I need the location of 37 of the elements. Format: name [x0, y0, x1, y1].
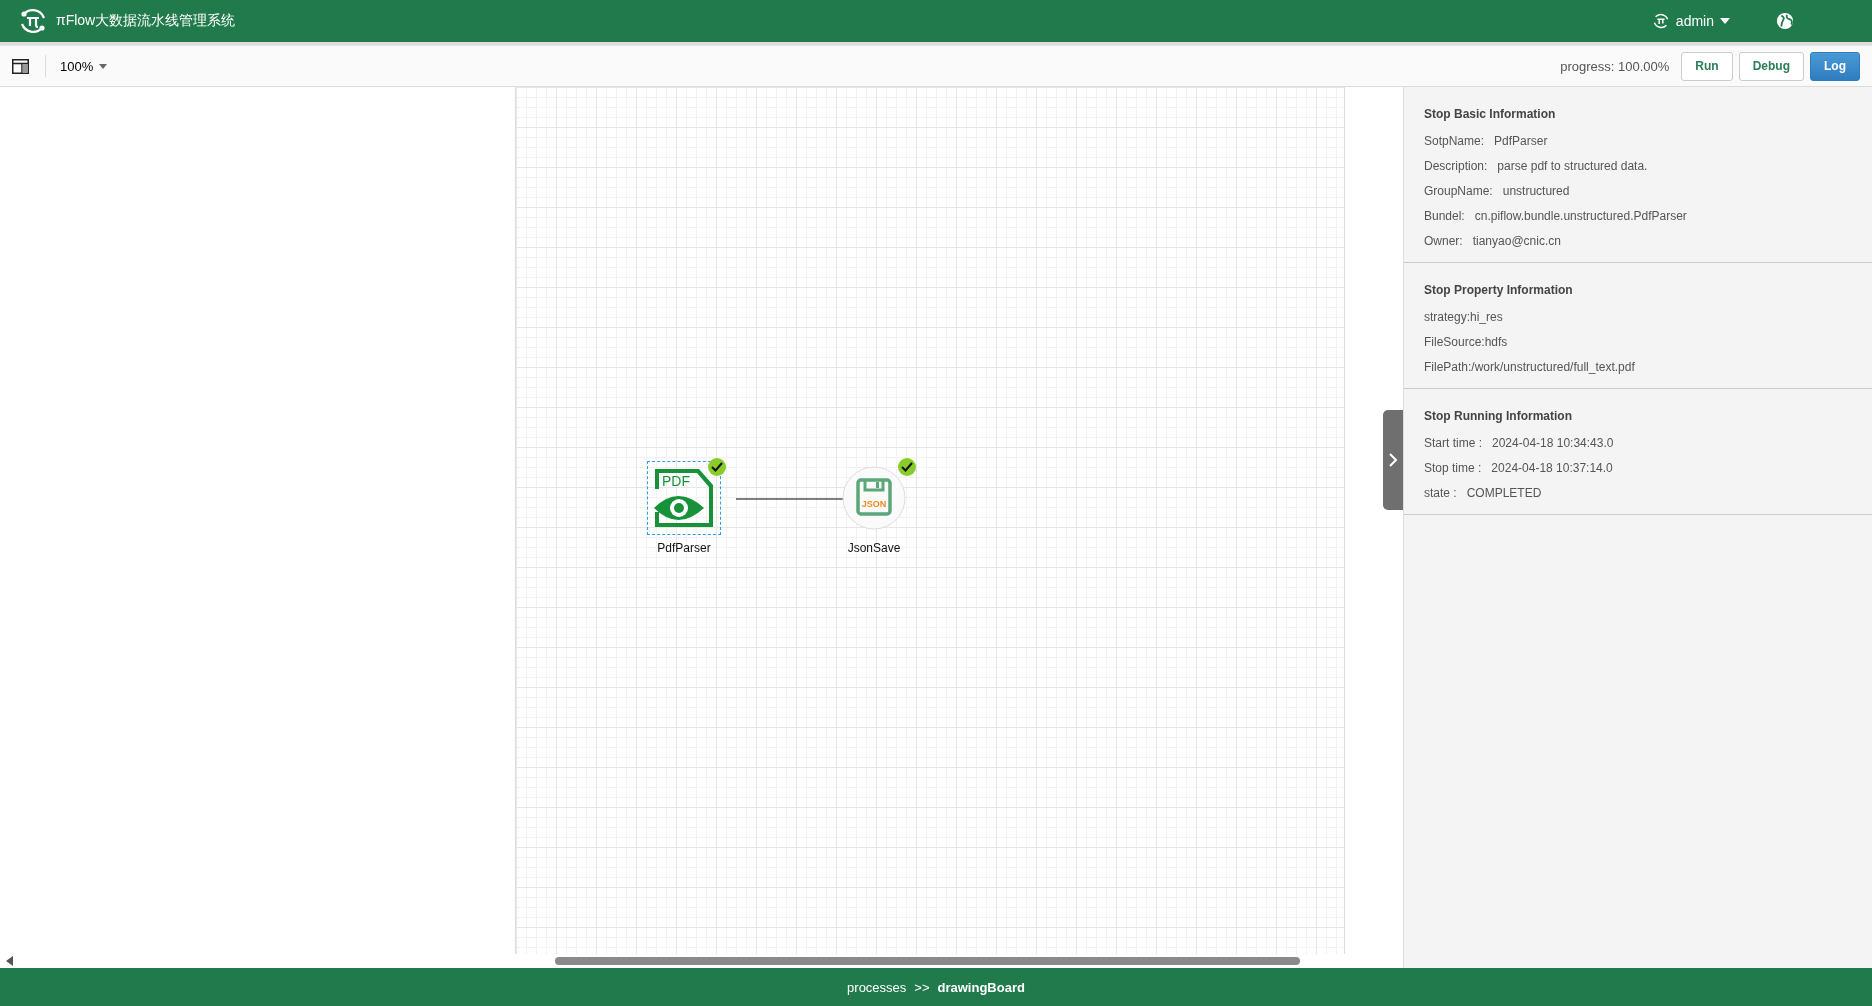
info-row-text: SotpName: PdfParser — [1424, 133, 1549, 150]
info-row-text: FilePath:/work/unstructured/full_text.pdf — [1424, 359, 1636, 376]
info-row-text: FileSource:hdfs — [1424, 334, 1509, 351]
chevron-right-icon — [1388, 452, 1398, 468]
progress-label: progress: 100.00% — [1560, 58, 1670, 74]
section-title: Stop Basic Information — [1424, 106, 1557, 123]
info-row-text: strategy:hi_res — [1424, 309, 1504, 326]
panel-toggle[interactable] — [1383, 410, 1403, 510]
caret-icon — [99, 63, 108, 69]
info-row-text: state : COMPLETED — [1424, 485, 1543, 502]
info-row-text: Description: parse pdf to structured data. — [1424, 158, 1649, 175]
section-title: Stop Property Information — [1424, 282, 1574, 299]
node-label: JsonSave — [847, 541, 901, 555]
info-row-text: GroupName: unstructured — [1424, 183, 1571, 200]
scrollbar-thumb[interactable] — [555, 957, 1300, 965]
scroll-left-icon[interactable] — [6, 956, 14, 966]
breadcrumb-current: drawingBoard — [937, 979, 1025, 995]
logo-icon — [18, 6, 48, 36]
toolbar-button[interactable]: Run — [1681, 51, 1733, 81]
node-label: PdfParser — [657, 541, 711, 555]
breadcrumb: processes — [847, 979, 907, 995]
caret-icon — [1720, 18, 1730, 24]
info-row-text: Stop time : 2024-04-18 10:37:14.0 — [1424, 460, 1614, 477]
toolbar-button[interactable]: Debug — [1738, 51, 1804, 81]
info-row-text: Owner: tianyao@cnic.cn — [1424, 233, 1562, 250]
drawing-canvas[interactable]: PDF PdfParser JSON JsonSave — [515, 87, 1345, 954]
info-row-text: Bundel: cn.piflow.bundle.unstructured.PdfParser — [1424, 208, 1688, 225]
user-menu[interactable]: admin — [1645, 11, 1736, 31]
zoom-select[interactable]: 100% — [45, 55, 122, 77]
logo-icon — [1651, 12, 1670, 30]
toolbar-button[interactable]: Log — [1810, 51, 1860, 81]
globe-icon[interactable] — [1776, 12, 1794, 30]
info-row-text: Start time : 2024-04-18 10:34:43.0 — [1424, 435, 1615, 452]
breadcrumb: >> — [914, 979, 930, 995]
section-title: Stop Running Information — [1424, 408, 1573, 425]
app-title: πFlow大数据流水线管理系统 — [56, 12, 236, 30]
panel-layout-icon[interactable] — [12, 58, 29, 74]
